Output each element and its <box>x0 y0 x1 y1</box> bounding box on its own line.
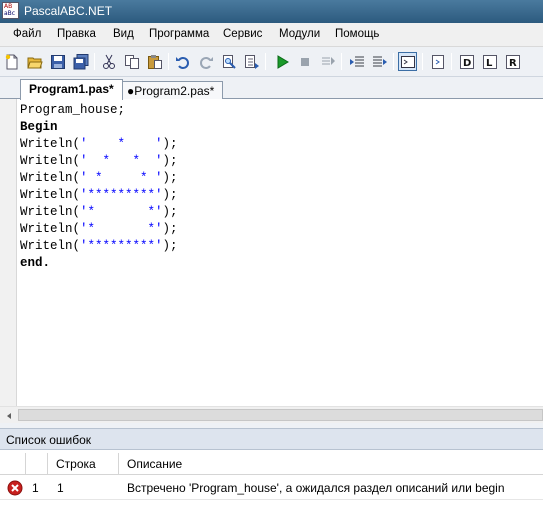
toolbar-separator <box>393 53 394 70</box>
pascalabc-app-icon[interactable]: AB aBc <box>2 2 19 19</box>
code-string-literal: ' * * ' <box>80 154 163 168</box>
replace-icon[interactable] <box>242 52 261 71</box>
code-line[interactable]: Writeln(' * '); <box>20 136 178 153</box>
code-token: ); <box>162 137 178 151</box>
code-string-literal: '*********' <box>80 188 163 202</box>
code-token: Writeln( <box>20 205 81 219</box>
editor-tabstrip: Program1.pas* ●Program2.pas* <box>0 77 543 100</box>
toolbar-separator <box>341 53 342 70</box>
find-icon[interactable] <box>219 52 238 71</box>
error-list-table: Строка Описание 1 1 Встречено 'Program_h… <box>0 450 543 506</box>
error-line: 1 <box>57 481 64 495</box>
code-line[interactable]: Writeln('* *'); <box>20 204 178 221</box>
editor-gutter[interactable] <box>0 99 17 406</box>
code-line[interactable]: Writeln(' * * '); <box>20 153 178 170</box>
error-list-header: Список ошибок <box>0 428 543 450</box>
debug-r-icon[interactable]: R <box>503 52 522 71</box>
cut-icon[interactable] <box>99 52 118 71</box>
code-editor[interactable]: Program_house; Begin Writeln(' * '); Writel… <box>0 99 543 406</box>
code-text[interactable]: Program_house; Begin Writeln(' * '); Writel… <box>20 102 178 272</box>
debug-d-icon[interactable]: D <box>457 52 476 71</box>
code-line[interactable]: end. <box>20 255 178 272</box>
code-token: ); <box>162 154 178 168</box>
redo-icon[interactable] <box>196 52 215 71</box>
error-number: 1 <box>32 481 39 495</box>
menu-bar: Файл Правка Вид Программа Сервис Модули … <box>0 23 543 47</box>
code-token: Writeln( <box>20 154 81 168</box>
error-icon <box>7 480 23 496</box>
code-token: ); <box>162 188 178 202</box>
column-header-icon[interactable] <box>0 453 26 475</box>
menu-modules[interactable]: Модули <box>274 27 325 43</box>
toolbar: D L R <box>0 47 543 77</box>
step-into-icon[interactable] <box>347 52 366 71</box>
code-string-literal: '* *' <box>80 205 163 219</box>
code-token: ); <box>162 239 178 253</box>
svg-text:R: R <box>509 58 517 69</box>
toolbar-separator <box>422 53 423 70</box>
output-window-icon[interactable] <box>398 52 417 71</box>
toolbar-separator <box>265 53 266 70</box>
toolbar-separator <box>94 53 95 70</box>
toolbar-separator <box>451 53 452 70</box>
menu-view[interactable]: Вид <box>108 27 139 43</box>
code-token: ); <box>162 222 178 236</box>
scrollbar-thumb[interactable] <box>18 409 543 421</box>
code-token: Writeln( <box>20 171 81 185</box>
open-folder-icon[interactable] <box>25 52 44 71</box>
stop-icon[interactable] <box>295 52 314 71</box>
column-header-number[interactable] <box>26 453 48 475</box>
menu-help[interactable]: Помощь <box>330 27 384 43</box>
menu-program[interactable]: Программа <box>144 27 214 43</box>
code-string-literal: ' * ' <box>80 137 163 151</box>
code-line[interactable]: Writeln(' * * '); <box>20 170 178 187</box>
step-over-icon[interactable] <box>318 52 337 71</box>
code-token: Writeln( <box>20 222 81 236</box>
code-token: ); <box>162 171 178 185</box>
code-string-literal: '* *' <box>80 222 163 236</box>
code-token: Writeln( <box>20 188 81 202</box>
code-line[interactable]: Writeln('*********'); <box>20 187 178 204</box>
svg-text:L: L <box>486 58 493 69</box>
code-line[interactable]: Writeln('*********'); <box>20 238 178 255</box>
step-out-icon[interactable] <box>370 52 389 71</box>
error-list-column-headers: Строка Описание <box>0 453 543 475</box>
save-icon[interactable] <box>48 52 67 71</box>
column-header-line[interactable]: Строка <box>48 453 119 475</box>
code-line[interactable]: Writeln('* *'); <box>20 221 178 238</box>
code-token: Writeln( <box>20 137 81 151</box>
column-header-description[interactable]: Описание <box>119 453 543 475</box>
code-string-literal: ' * * ' <box>80 171 163 185</box>
code-token: ); <box>162 205 178 219</box>
error-list-title: Список ошибок <box>6 433 92 447</box>
undo-icon[interactable] <box>173 52 192 71</box>
paste-icon[interactable] <box>145 52 164 71</box>
editor-horizontal-scrollbar[interactable] <box>0 406 543 423</box>
toolbar-separator <box>168 53 169 70</box>
svg-text:D: D <box>463 58 471 69</box>
error-description: Встречено 'Program_house', а ожидался ра… <box>127 481 505 495</box>
menu-edit[interactable]: Правка <box>52 27 101 43</box>
tab-program2[interactable]: ●Program2.pas* <box>118 81 224 99</box>
scroll-left-icon[interactable] <box>0 407 17 424</box>
copy-icon[interactable] <box>122 52 141 71</box>
run-icon[interactable] <box>272 52 291 71</box>
form-designer-icon[interactable] <box>428 52 447 71</box>
error-row[interactable]: 1 1 Встречено 'Program_house', а ожидалс… <box>0 476 543 500</box>
code-line[interactable]: Begin <box>20 119 178 136</box>
code-token: Writeln( <box>20 239 81 253</box>
code-keyword: Begin <box>20 120 58 134</box>
debug-l-icon[interactable]: L <box>480 52 499 71</box>
code-line[interactable]: Program_house; <box>20 102 178 119</box>
menu-service[interactable]: Сервис <box>218 27 267 43</box>
save-all-icon[interactable] <box>71 52 90 71</box>
title-bar: AB aBc PascalABC.NET <box>0 0 543 23</box>
tab-program1[interactable]: Program1.pas* <box>20 79 123 100</box>
code-token: Program_house; <box>20 103 126 117</box>
new-file-icon[interactable] <box>2 52 21 71</box>
code-string-literal: '*********' <box>80 239 163 253</box>
window-title: PascalABC.NET <box>24 4 113 18</box>
menu-file[interactable]: Файл <box>8 27 46 43</box>
code-keyword: end. <box>20 256 51 270</box>
